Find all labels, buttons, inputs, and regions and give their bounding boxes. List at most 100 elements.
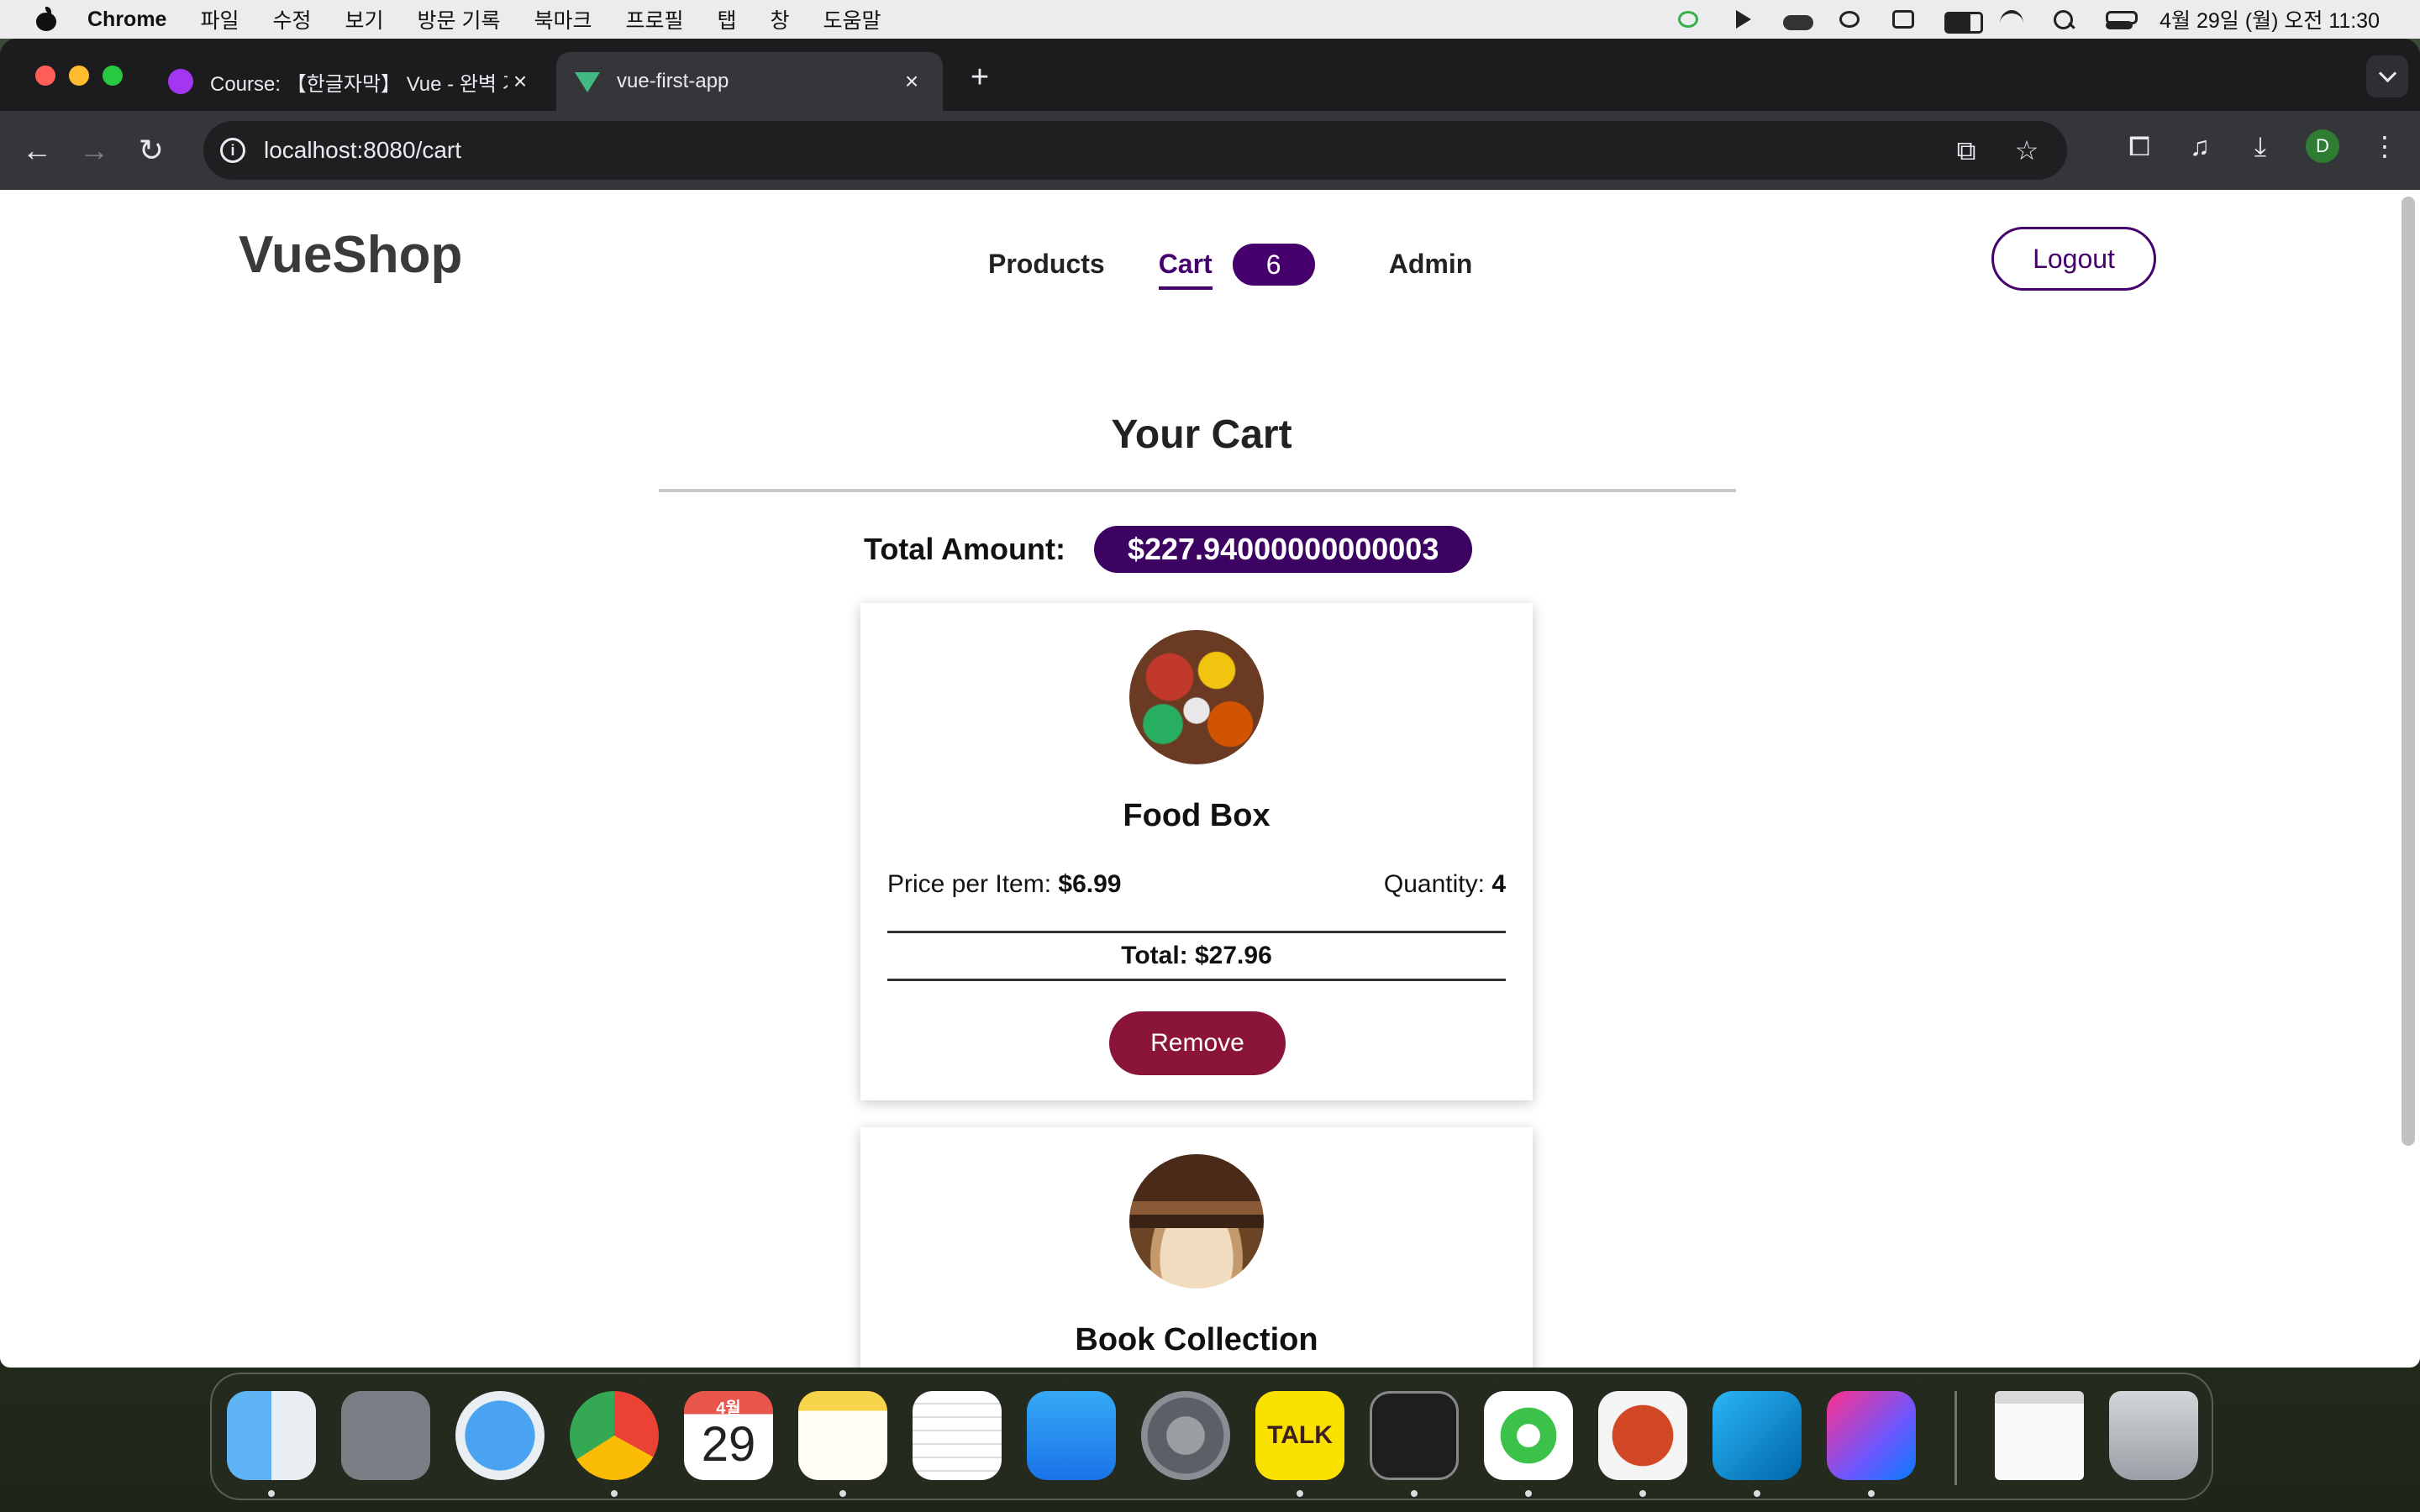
kakaotalk-icon[interactable]: TALK [1255,1391,1344,1480]
extensions-icon[interactable]: ⧠ [2124,131,2154,161]
media-play-icon[interactable] [1729,8,1754,30]
battery-icon[interactable] [1944,8,1984,34]
close-tab-icon[interactable]: × [508,69,533,94]
page-title: Your Cart [1111,412,1292,457]
tab-udemy-course[interactable]: Course: 【한글자막】 Vue - 완벽 가이드 × [150,52,551,111]
macos-dock: 4월 29 TALK [210,1373,2213,1500]
close-window-button[interactable] [35,66,55,86]
running-indicator [1297,1490,1303,1497]
menu-tab[interactable]: 탭 [718,4,737,34]
calendar-icon[interactable]: 4월 29 [684,1391,773,1480]
wifi-icon[interactable] [1998,8,2024,30]
translate-icon[interactable]: ⧉ [1951,135,1981,165]
udemy-favicon-icon [168,69,193,94]
cloud-icon[interactable] [1783,8,1814,30]
menu-clock[interactable]: 4월 29일 (월) 오전 11:30 [2160,4,2380,34]
running-indicator [1868,1490,1875,1497]
main-nav: Products Cart 6 Admin [988,239,1526,290]
browser-toolbar: ← → ↻ i localhost:8080/cart ⧉ ☆ ⧠ ♫ ⤓ D … [0,111,2420,190]
tab-vue-first-app[interactable]: vue-first-app × [556,52,943,111]
close-tab-icon[interactable]: × [899,69,924,94]
launchpad-icon[interactable] [341,1391,430,1480]
menu-edit[interactable]: 수정 [272,4,311,34]
vscode-icon[interactable] [1712,1391,1802,1480]
intellij-icon[interactable] [1827,1391,1916,1480]
running-indicator [611,1490,618,1497]
menu-help[interactable]: 도움말 [823,4,881,34]
minimize-window-button[interactable] [69,66,89,86]
logout-button[interactable]: Logout [1991,227,2156,291]
zoom-window-button[interactable] [103,66,123,86]
spotlight-search-icon[interactable] [2052,8,2077,30]
tab-strip: Course: 【한글자막】 Vue - 완벽 가이드 × vue-first-… [0,39,2420,111]
cart-item-total: Total: $27.96 [887,931,1506,981]
menu-file[interactable]: 파일 [200,4,239,34]
menu-profiles[interactable]: 프로필 [625,4,683,34]
calendar-day: 29 [701,1417,756,1472]
apple-menu-icon[interactable] [34,7,59,32]
control-center-icon[interactable] [2106,8,2139,30]
mirror-status-icon[interactable] [1676,8,1701,30]
menu-history[interactable]: 방문 기록 [418,4,501,34]
recent-window-preview-icon[interactable] [1995,1391,2084,1480]
more-menu-icon[interactable]: ⋮ [2370,131,2400,161]
menu-bookmarks[interactable]: 북마크 [534,4,592,34]
powerpoint-icon[interactable] [1598,1391,1687,1480]
nav-products-link[interactable]: Products [988,249,1105,280]
app-header: VueShop Products Cart 6 Admin Logout [0,190,2403,316]
system-settings-icon[interactable] [1141,1391,1230,1480]
running-indicator [1639,1490,1646,1497]
vue-favicon-icon [575,69,600,94]
finder-icon[interactable] [227,1391,316,1480]
tab-title: vue-first-app [617,70,729,92]
running-indicator [268,1490,275,1497]
book-collection-image [1129,1154,1264,1289]
cart-item-name: Food Box [1123,798,1270,833]
app-logo[interactable]: VueShop [239,225,462,285]
input-source-icon[interactable] [1891,8,1916,30]
menu-view[interactable]: 보기 [345,4,384,34]
downloads-icon[interactable]: ⤓ [2245,131,2275,161]
profile-avatar[interactable]: D [2306,129,2339,163]
media-controls-icon[interactable]: ♫ [2185,131,2215,161]
safari-icon[interactable] [455,1391,544,1480]
site-info-icon[interactable]: i [220,138,245,163]
browser-window: Course: 【한글자막】 Vue - 완벽 가이드 × vue-first-… [0,39,2420,1368]
macos-menu-bar: Chrome 파일 수정 보기 방문 기록 북마크 프로필 탭 창 도움말 4월… [0,0,2420,39]
web-page: VueShop Products Cart 6 Admin Logout You… [0,190,2420,1368]
forward-arrow-icon[interactable]: → [74,130,114,171]
cart-item-price: Price per Item: $6.99 [887,870,1121,899]
bookmark-star-icon[interactable]: ☆ [2012,135,2042,165]
reload-icon[interactable]: ↻ [131,130,171,171]
address-bar[interactable]: i localhost:8080/cart ⧉ ☆ [203,121,2067,180]
terminal-icon[interactable] [1370,1391,1459,1480]
app-store-icon[interactable] [1027,1391,1116,1480]
remove-item-button[interactable]: Remove [1109,1011,1286,1075]
tab-title: Course: 【한글자막】 Vue - 완벽 가이드 [210,72,508,96]
cart-item-quantity: Quantity: 4 [1384,870,1506,899]
price-label: Price per Item: [887,870,1052,898]
food-box-image [1129,630,1264,764]
tab-search-button[interactable] [2366,55,2408,97]
nav-cart-link[interactable]: Cart [1158,249,1213,290]
chrome-icon[interactable] [570,1391,659,1480]
menu-window[interactable]: 창 [771,4,790,34]
total-amount-badge: $227.94000000000003 [1093,526,1473,573]
nav-admin-link[interactable]: Admin [1389,249,1473,280]
url-text[interactable]: localhost:8080/cart [264,137,461,164]
trash-icon[interactable] [2109,1391,2198,1480]
textedit-icon[interactable] [913,1391,1002,1480]
cart-item-card: Book Collection [860,1127,1533,1368]
quantity-label: Quantity: [1383,870,1485,898]
toolbar-extensions: ⧠ ♫ ⤓ D ⋮ [2124,129,2400,163]
notes-icon[interactable] [798,1391,887,1480]
back-arrow-icon[interactable]: ← [17,130,57,171]
page-scrollbar[interactable] [2402,197,2415,1146]
running-indicator [1525,1490,1532,1497]
new-tab-button[interactable]: + [963,60,997,94]
mirror-app-icon[interactable] [1484,1391,1573,1480]
notification-icon[interactable] [1837,8,1862,30]
menu-app-name[interactable]: Chrome [87,8,166,32]
title-divider [659,489,1736,492]
total-amount-label: Total Amount: [864,532,1065,566]
